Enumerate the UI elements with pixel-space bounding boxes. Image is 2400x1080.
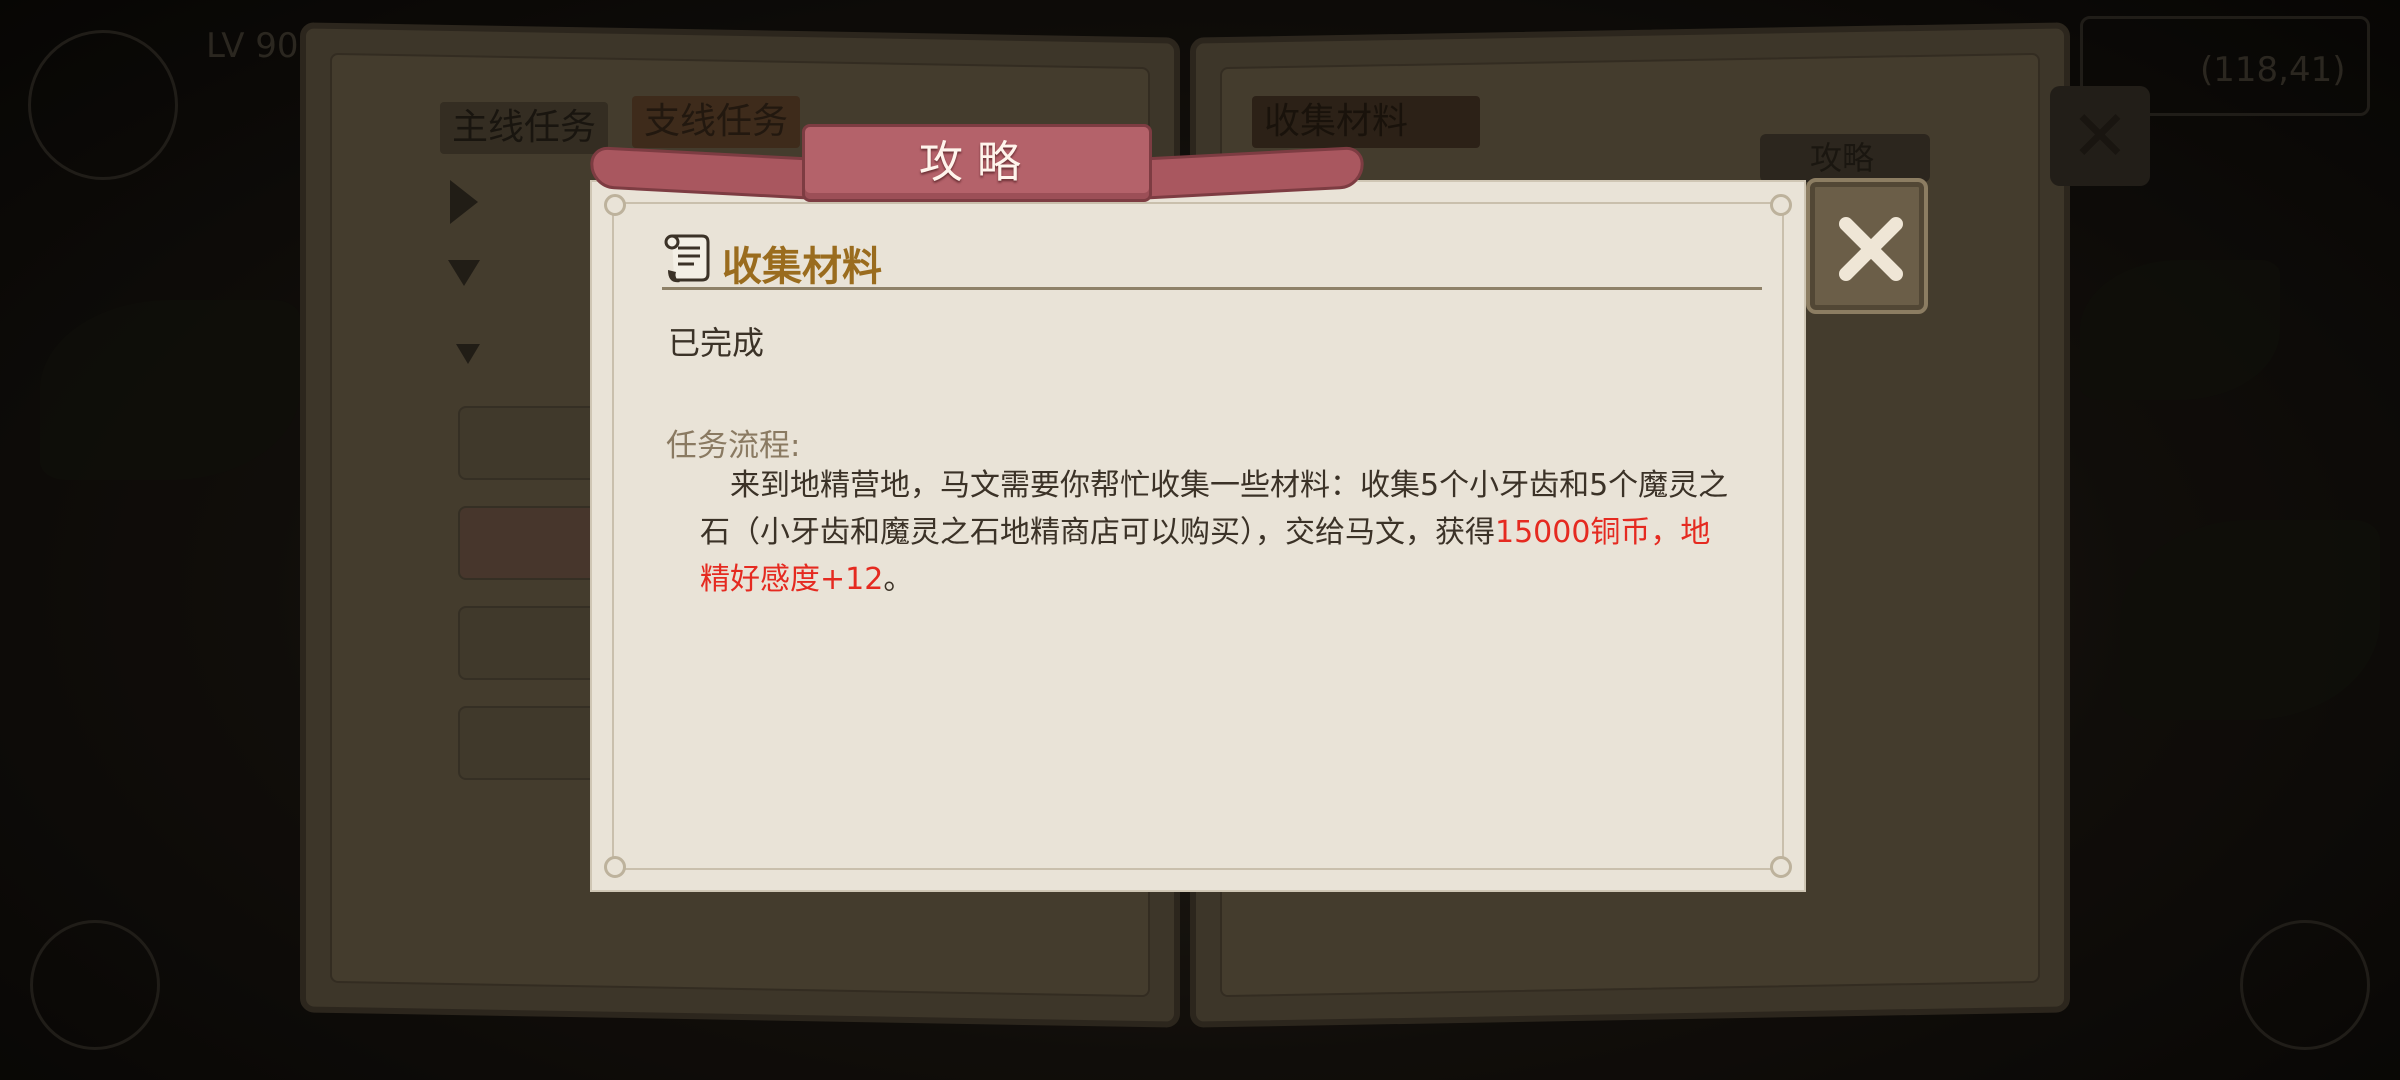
corner-ornament (604, 856, 626, 878)
scroll-icon (664, 234, 710, 283)
close-button[interactable] (1806, 178, 1928, 314)
close-icon (1839, 217, 1903, 281)
dialog-title: 攻略 (919, 137, 1035, 188)
corner-ornament (1770, 856, 1792, 878)
banner-ribbon-right (1133, 146, 1365, 200)
section-header: 收集材料 (662, 226, 1762, 290)
dialog-banner: 攻略 (589, 124, 1365, 210)
description-end: 。 (883, 562, 914, 597)
banner-ribbon-left (589, 146, 821, 200)
corner-ornament (1770, 194, 1792, 216)
quest-description: 来到地精营地，马文需要你帮忙收集一些材料：收集5个小牙齿和5个魔灵之石（小牙齿和… (700, 462, 1740, 603)
section-title: 收集材料 (722, 244, 882, 290)
quest-flow-label: 任务流程: (666, 428, 801, 464)
quest-status: 已完成 (668, 324, 765, 362)
